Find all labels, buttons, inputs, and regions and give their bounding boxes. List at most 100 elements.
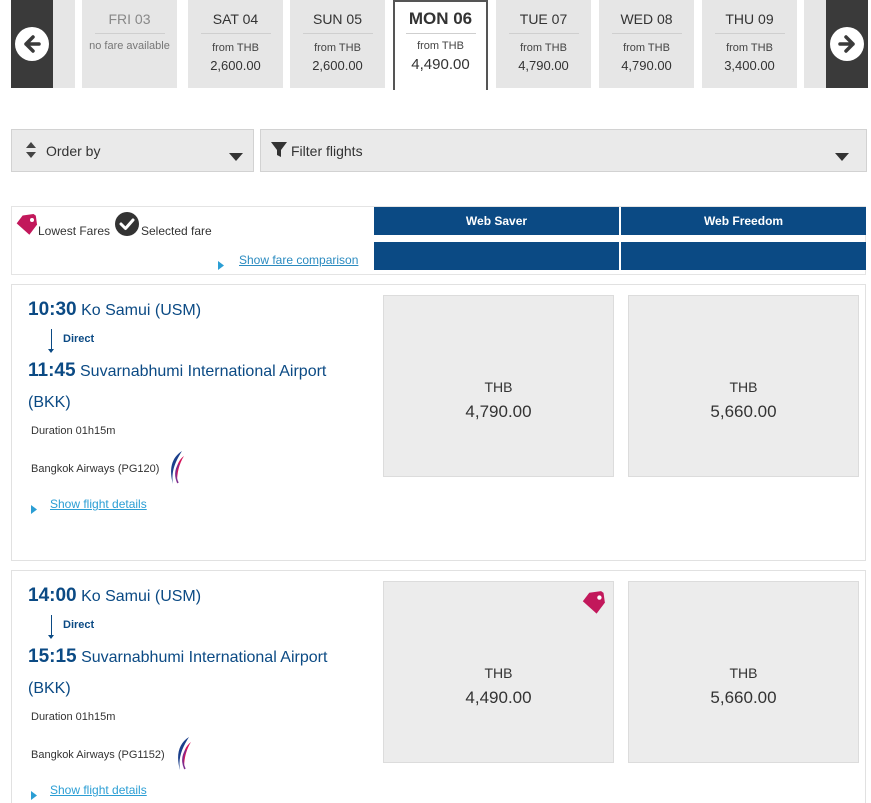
date-tile-day: SUN 05 xyxy=(312,11,363,27)
arrival: 11:45 Suvarnabhumi International Airport… xyxy=(28,355,348,418)
route-line xyxy=(51,329,52,349)
departure-airport: Ko Samui (USM) xyxy=(81,302,202,319)
caret-right-icon xyxy=(31,501,37,519)
fare-amount: 4,490.00 xyxy=(465,688,532,707)
date-tile-price: 4,490.00 xyxy=(411,56,470,73)
divider xyxy=(508,33,579,34)
date-tile-partial-right xyxy=(804,0,826,88)
date-tile-from: from THB xyxy=(212,42,259,54)
date-tile-price: 2,600.00 xyxy=(312,58,363,73)
flight-card: 10:30 Ko Samui (USM) Direct 11:45 Suvarn… xyxy=(11,284,866,561)
departure-airport: Ko Samui (USM) xyxy=(81,588,202,605)
fare-option-web-freedom[interactable]: THB 5,660.00 xyxy=(628,581,859,763)
stop-type: Direct xyxy=(63,619,95,631)
fare-column-web-freedom: Web Freedom xyxy=(621,207,866,235)
date-tile-fri-03: FRI 03 no fare available xyxy=(82,0,177,88)
caret-right-icon xyxy=(218,257,224,275)
airline-name: Bangkok Airways (PG120) xyxy=(31,463,160,475)
departure-time: 10:30 xyxy=(28,299,77,320)
arrow-left-icon xyxy=(15,27,49,61)
fare-option-web-saver[interactable]: THB 4,490.00 xyxy=(383,581,614,763)
fare-column-band xyxy=(374,242,619,270)
arrow-right-icon xyxy=(830,27,864,61)
show-flight-details-link[interactable]: Show flight details xyxy=(50,783,147,797)
date-carousel: FRI 03 no fare available SAT 04 from THB… xyxy=(0,0,871,92)
fare-currency: THB xyxy=(484,379,513,395)
sort-icon xyxy=(25,141,37,164)
fare-column-band xyxy=(621,242,866,270)
date-tile-sun-05[interactable]: SUN 05 from THB 2,600.00 xyxy=(290,0,385,88)
divider xyxy=(714,33,785,34)
fare-amount: 5,660.00 xyxy=(710,688,777,707)
date-tile-day: TUE 07 xyxy=(519,11,568,27)
date-tile-from: from THB xyxy=(417,40,464,52)
route-arrow-icon xyxy=(48,349,54,353)
chevron-down-icon xyxy=(229,148,243,166)
stop-type: Direct xyxy=(63,333,95,345)
no-fare-label: no fare available xyxy=(89,40,170,52)
date-tile-price: 4,790.00 xyxy=(621,58,672,73)
date-tile-from: from THB xyxy=(520,42,567,54)
departure: 14:00 Ko Samui (USM) xyxy=(28,585,201,607)
date-tile-day: MON 06 xyxy=(408,9,473,28)
lowest-fares-label: Lowest Fares xyxy=(38,224,111,238)
fare-option-web-saver[interactable]: THB 4,790.00 xyxy=(383,295,614,477)
date-tile-wed-08[interactable]: WED 08 from THB 4,790.00 xyxy=(599,0,694,88)
caret-right-icon xyxy=(31,787,37,803)
date-tile-price: 3,400.00 xyxy=(724,58,775,73)
date-tile-from: from THB xyxy=(726,42,773,54)
fare-option-web-freedom[interactable]: THB 5,660.00 xyxy=(628,295,859,477)
arrival-time: 15:15 xyxy=(28,646,77,667)
fare-column-web-saver: Web Saver xyxy=(374,207,619,235)
previous-dates-button[interactable] xyxy=(11,0,53,88)
arrival: 15:15 Suvarnabhumi International Airport… xyxy=(28,641,348,704)
fare-currency: THB xyxy=(729,665,758,681)
date-tile-day: WED 08 xyxy=(620,11,673,27)
fare-amount: 5,660.00 xyxy=(710,402,777,421)
divider xyxy=(611,33,682,34)
show-flight-details-link[interactable]: Show flight details xyxy=(50,497,147,511)
date-tile-thu-09[interactable]: THU 09 from THB 3,400.00 xyxy=(702,0,797,88)
divider xyxy=(405,33,476,34)
date-tile-tue-07[interactable]: TUE 07 from THB 4,790.00 xyxy=(496,0,591,88)
divider xyxy=(94,33,165,34)
bangkok-airways-logo-icon xyxy=(167,450,187,491)
show-fare-comparison-link[interactable]: Show fare comparison xyxy=(239,253,358,267)
date-tile-sat-04[interactable]: SAT 04 from THB 2,600.00 xyxy=(188,0,283,88)
bangkok-airways-logo-icon xyxy=(174,736,194,777)
airline-name: Bangkok Airways (PG1152) xyxy=(31,749,165,761)
date-tile-from: from THB xyxy=(623,42,670,54)
selected-fare-label: Selected fare xyxy=(141,224,212,238)
order-by-label: Order by xyxy=(46,143,101,159)
departure: 10:30 Ko Samui (USM) xyxy=(28,299,201,321)
divider xyxy=(200,33,271,34)
flight-duration: Duration 01h15m xyxy=(31,711,116,723)
flight-duration: Duration 01h15m xyxy=(31,425,116,437)
date-tile-mon-06-selected[interactable]: MON 06 from THB 4,490.00 xyxy=(393,0,488,90)
chevron-down-icon xyxy=(835,148,849,166)
date-tile-price: 4,790.00 xyxy=(518,58,569,73)
date-tile-price: 2,600.00 xyxy=(210,58,261,73)
order-by-dropdown[interactable]: Order by xyxy=(11,129,254,172)
route-line xyxy=(51,615,52,635)
price-tag-icon xyxy=(581,590,607,621)
flight-card: 14:00 Ko Samui (USM) Direct 15:15 Suvarn… xyxy=(11,570,866,803)
next-dates-button[interactable] xyxy=(826,0,868,88)
date-tile-day: SAT 04 xyxy=(212,11,259,27)
fare-legend: Lowest Fares Selected fare Show fare com… xyxy=(11,206,866,275)
date-tile-partial-left xyxy=(53,0,75,88)
date-tile-day: FRI 03 xyxy=(108,11,151,27)
departure-time: 14:00 xyxy=(28,585,77,606)
check-circle-icon xyxy=(115,212,139,241)
filter-flights-label: Filter flights xyxy=(291,143,363,159)
filter-icon xyxy=(271,141,287,164)
divider xyxy=(302,33,373,34)
filter-flights-dropdown[interactable]: Filter flights xyxy=(260,129,867,172)
route-arrow-icon xyxy=(48,635,54,639)
fare-currency: THB xyxy=(729,379,758,395)
price-tag-icon xyxy=(15,213,39,242)
date-tile-day: THU 09 xyxy=(725,11,774,27)
date-tile-from: from THB xyxy=(314,42,361,54)
fare-currency: THB xyxy=(484,665,513,681)
arrival-time: 11:45 xyxy=(28,360,76,381)
